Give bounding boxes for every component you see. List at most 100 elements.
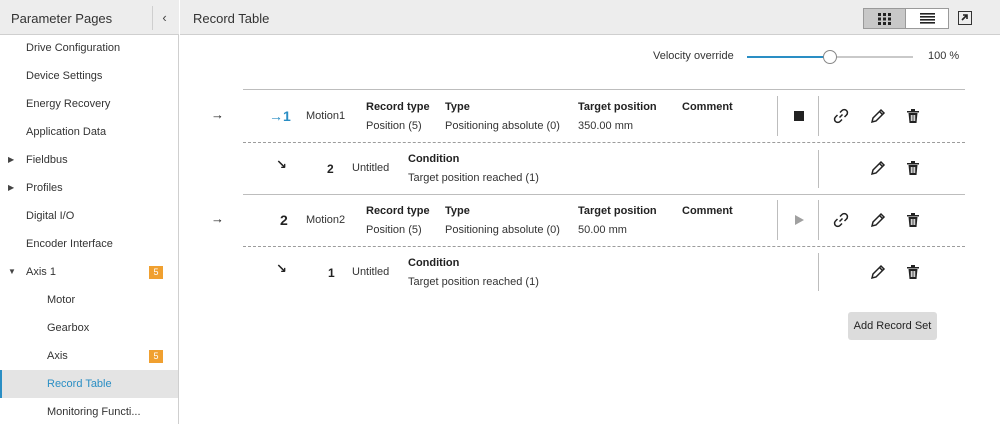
sidebar-item-axis-1[interactable]: ▼ Axis 1 5: [0, 258, 178, 286]
sidebar-item-label: Device Settings: [26, 70, 103, 82]
grid-view-button[interactable]: [864, 9, 906, 28]
caret-down-icon[interactable]: ▼: [8, 258, 16, 286]
divider: [243, 89, 965, 90]
step-number: 2: [327, 162, 334, 176]
divider: [243, 142, 965, 143]
target-position-value: 50.00 mm: [578, 224, 627, 236]
type-label: Type: [445, 205, 470, 217]
record-type-label: Record type: [366, 101, 430, 113]
warning-count-badge: 5: [149, 266, 163, 279]
type-value: Positioning absolute (0): [445, 120, 560, 132]
step-arrow-icon: ↘: [276, 261, 287, 276]
add-record-set-button[interactable]: Add Record Set: [848, 312, 937, 340]
target-position-value: 350.00 mm: [578, 120, 634, 132]
sidebar-item-digital-io[interactable]: Digital I/O: [0, 202, 178, 230]
record-name: Motion1: [306, 110, 346, 122]
sidebar-item-application-data[interactable]: Application Data: [0, 118, 178, 146]
condition-value: Target position reached (1): [408, 276, 539, 288]
sidebar-item-gearbox[interactable]: Gearbox: [0, 314, 178, 342]
divider: [818, 96, 819, 136]
sidebar-item-profiles[interactable]: ▶ Profiles: [0, 174, 178, 202]
velocity-override-label: Velocity override: [653, 50, 734, 62]
list-icon: [920, 13, 935, 24]
sidebar-item-device-settings[interactable]: Device Settings: [0, 62, 178, 90]
step-number: 1: [328, 266, 335, 280]
condition-label: Condition: [408, 153, 460, 165]
record-name: Motion2: [306, 214, 346, 226]
trash-icon[interactable]: [904, 159, 922, 177]
caret-right-icon[interactable]: ▶: [8, 174, 14, 202]
divider: [818, 253, 819, 291]
step-arrow-icon: ↘: [276, 157, 287, 172]
pencil-icon[interactable]: [869, 159, 887, 177]
sidebar-item-motor[interactable]: Motor: [0, 286, 178, 314]
type-value: Positioning absolute (0): [445, 224, 560, 236]
sidebar-item-label: Axis: [47, 350, 68, 362]
pencil-icon[interactable]: [869, 263, 887, 281]
divider: [777, 96, 778, 136]
trash-icon[interactable]: [904, 263, 922, 281]
sidebar-item-fieldbus[interactable]: ▶ Fieldbus: [0, 146, 178, 174]
step-name: Untitled: [352, 162, 390, 174]
sidebar-item-label: Encoder Interface: [26, 238, 113, 250]
velocity-override-value: 100 %: [928, 50, 960, 62]
trash-icon[interactable]: [904, 107, 922, 125]
link-icon[interactable]: [832, 211, 850, 229]
sidebar-item-label: Record Table: [47, 378, 112, 390]
target-position-label: Target position: [578, 101, 657, 113]
divider: [243, 194, 965, 195]
sidebar-item-drive-configuration[interactable]: Drive Configuration: [0, 34, 178, 62]
stop-icon[interactable]: [790, 107, 808, 125]
grid-icon: [878, 13, 891, 25]
divider: [818, 200, 819, 240]
sidebar-item-label: Digital I/O: [26, 210, 75, 222]
main-header: Record Table: [180, 0, 1000, 35]
sidebar-item-axis[interactable]: Axis 5: [0, 342, 178, 370]
condition-value: Target position reached (1): [408, 172, 539, 184]
collapse-sidebar-button[interactable]: ‹: [152, 6, 176, 30]
sidebar-item-label: Application Data: [26, 126, 107, 138]
record-number: 2: [280, 212, 288, 228]
divider: [243, 246, 965, 247]
sidebar-item-label: Axis 1: [26, 266, 56, 278]
sidebar-header: Parameter Pages ‹: [0, 0, 179, 35]
record-arrow-icon: →: [211, 107, 224, 122]
comment-label: Comment: [682, 205, 733, 217]
warning-count-badge: 5: [149, 350, 163, 363]
sidebar-item-label: Gearbox: [47, 322, 90, 334]
sidebar-item-record-table[interactable]: Record Table: [0, 370, 178, 398]
velocity-slider-fill: [747, 56, 830, 58]
link-icon[interactable]: [832, 107, 850, 125]
sidebar-item-label: Profiles: [26, 182, 63, 194]
view-toggle: [863, 8, 949, 29]
comment-label: Comment: [682, 101, 733, 113]
list-view-button[interactable]: [907, 9, 949, 28]
divider: [818, 150, 819, 188]
record-type-value: Position (5): [366, 120, 422, 132]
divider: [777, 200, 778, 240]
page-title: Record Table: [193, 11, 270, 26]
sidebar-item-encoder-interface[interactable]: Encoder Interface: [0, 230, 178, 258]
sidebar: Parameter Pages ‹ Drive Configuration De…: [0, 0, 179, 424]
caret-right-icon[interactable]: ▶: [8, 146, 14, 174]
sidebar-item-label: Motor: [47, 294, 76, 306]
record-number: →1: [269, 108, 291, 124]
record-arrow-icon: →: [211, 211, 224, 226]
sidebar-item-monitoring-functions[interactable]: Monitoring Functi...: [0, 398, 178, 426]
sidebar-item-label: Monitoring Functi...: [47, 406, 141, 418]
target-position-label: Target position: [578, 205, 657, 217]
record-type-value: Position (5): [366, 224, 422, 236]
sidebar-item-label: Drive Configuration: [26, 42, 121, 54]
velocity-slider-thumb[interactable]: [823, 50, 837, 64]
sidebar-title: Parameter Pages: [11, 11, 113, 26]
popout-icon[interactable]: [958, 11, 972, 25]
pencil-icon[interactable]: [869, 211, 887, 229]
trash-icon[interactable]: [904, 211, 922, 229]
sidebar-item-energy-recovery[interactable]: Energy Recovery: [0, 90, 178, 118]
play-icon[interactable]: [790, 211, 808, 229]
step-name: Untitled: [352, 266, 390, 278]
sidebar-item-label: Energy Recovery: [26, 98, 111, 110]
pencil-icon[interactable]: [869, 107, 887, 125]
sidebar-item-label: Fieldbus: [26, 154, 68, 166]
record-type-label: Record type: [366, 205, 430, 217]
